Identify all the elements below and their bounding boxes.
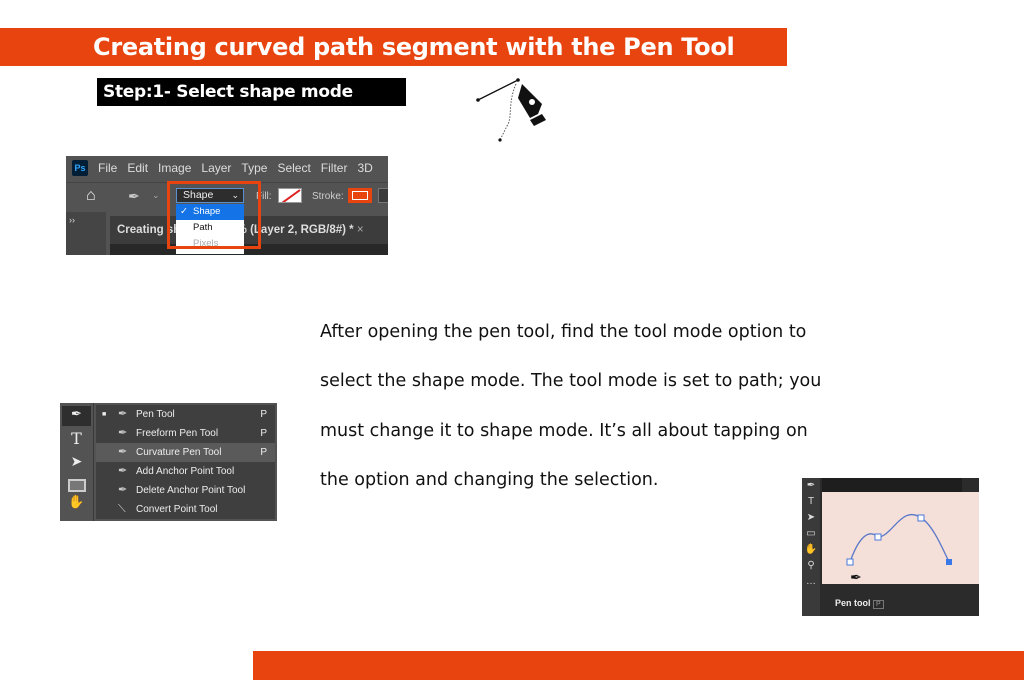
pen-icon[interactable]: ✒: [128, 188, 140, 205]
delete-anchor-icon: ✒: [118, 484, 128, 496]
close-icon[interactable]: ×: [357, 224, 364, 236]
photoshop-options-screenshot: Ps File Edit Image Layer Type Select Fil…: [66, 156, 388, 255]
flyout-item-convert-point[interactable]: ⟍ Convert Point Tool: [96, 500, 275, 519]
hand-icon[interactable]: ✋: [60, 494, 93, 510]
instructions: After opening the pen tool, find the too…: [320, 308, 920, 505]
home-icon[interactable]: ⌂: [86, 187, 96, 205]
footer-bar: [253, 651, 1024, 680]
menu-edit[interactable]: Edit: [127, 161, 148, 175]
step-label: Step:1- Select shape mode: [97, 78, 406, 106]
svg-text:✒: ✒: [850, 569, 862, 584]
type-icon: T: [807, 496, 815, 507]
type-icon[interactable]: T: [60, 429, 93, 453]
menu-bar: Ps File Edit Image Layer Type Select Fil…: [66, 156, 388, 180]
canvas: ✒: [822, 492, 979, 585]
freeform-pen-icon: ✒: [118, 427, 128, 439]
stroke-swatch[interactable]: [348, 188, 372, 203]
toolbar: ✒ T ➤ ✋: [60, 403, 94, 521]
pen-tool-illustration-icon: [476, 78, 546, 142]
instruction-line: After opening the pen tool, find the too…: [320, 322, 807, 342]
menu-3d[interactable]: 3D: [357, 161, 372, 175]
select-arrow-icon: ➤: [806, 512, 816, 523]
menu-image[interactable]: Image: [158, 161, 191, 175]
fill-swatch[interactable]: [278, 188, 302, 203]
title-banner: Creating curved path segment with the Pe…: [0, 28, 787, 66]
flyout-item-add-anchor[interactable]: ✒ Add Anchor Point Tool: [96, 462, 275, 481]
select-arrow-icon[interactable]: ➤: [60, 453, 93, 477]
add-anchor-icon: ✒: [118, 465, 128, 477]
zoom-icon: ⚲: [807, 560, 815, 571]
flyout-menu: ■ ✒ Pen Tool P ✒ Freeform Pen Tool P ✒ Curvatu…: [96, 405, 275, 519]
toolbar: ✒ T ➤ ▭ ✋ ⚲ …: [802, 478, 820, 616]
instruction-line: select the shape mode. The tool mode is …: [320, 371, 822, 392]
flyout-item-pen-tool[interactable]: ■ ✒ Pen Tool P: [96, 405, 275, 424]
hand-icon: ✋: [804, 544, 818, 555]
tools-panel: ››: [66, 212, 106, 255]
pen-icon: ✒: [806, 480, 816, 491]
flyout-item-freeform-pen[interactable]: ✒ Freeform Pen Tool P: [96, 424, 275, 443]
tooltip: Pen tool P: [835, 598, 884, 609]
menu-file[interactable]: File: [98, 161, 117, 175]
menu-type[interactable]: Type: [241, 161, 267, 175]
pen-tool-demo-screenshot: ✒ T ➤ ▭ ✋ ⚲ … ✒ Pen tool P: [802, 478, 979, 616]
highlight-box: [167, 181, 261, 249]
instruction-line: must change it to shape mode. It’s all a…: [320, 420, 808, 441]
more-icon: …: [806, 576, 816, 587]
rectangle-icon[interactable]: [67, 479, 86, 492]
convert-point-icon: ⟍: [118, 503, 126, 515]
menu-select[interactable]: Select: [277, 161, 310, 175]
stroke-label: Stroke:: [312, 191, 344, 202]
ps-logo: Ps: [72, 160, 88, 176]
chevron-down-icon[interactable]: ⌄: [152, 190, 160, 201]
pen-tool-flyout-screenshot: ✒ T ➤ ✋ ■ ✒ Pen Tool P ✒ Freeform Pen Tool P …: [60, 403, 277, 521]
menu-filter[interactable]: Filter: [321, 161, 348, 175]
flyout-item-delete-anchor[interactable]: ✒ Delete Anchor Point Tool: [96, 481, 275, 500]
pen-icon: ✒: [118, 408, 128, 420]
pen-icon[interactable]: ✒: [62, 406, 91, 426]
flyout-item-curvature-pen[interactable]: ✒ Curvature Pen Tool P: [96, 443, 275, 462]
curvature-pen-icon: ✒: [118, 446, 128, 458]
rectangle-icon: ▭: [806, 528, 816, 539]
menu-layer[interactable]: Layer: [201, 161, 231, 175]
